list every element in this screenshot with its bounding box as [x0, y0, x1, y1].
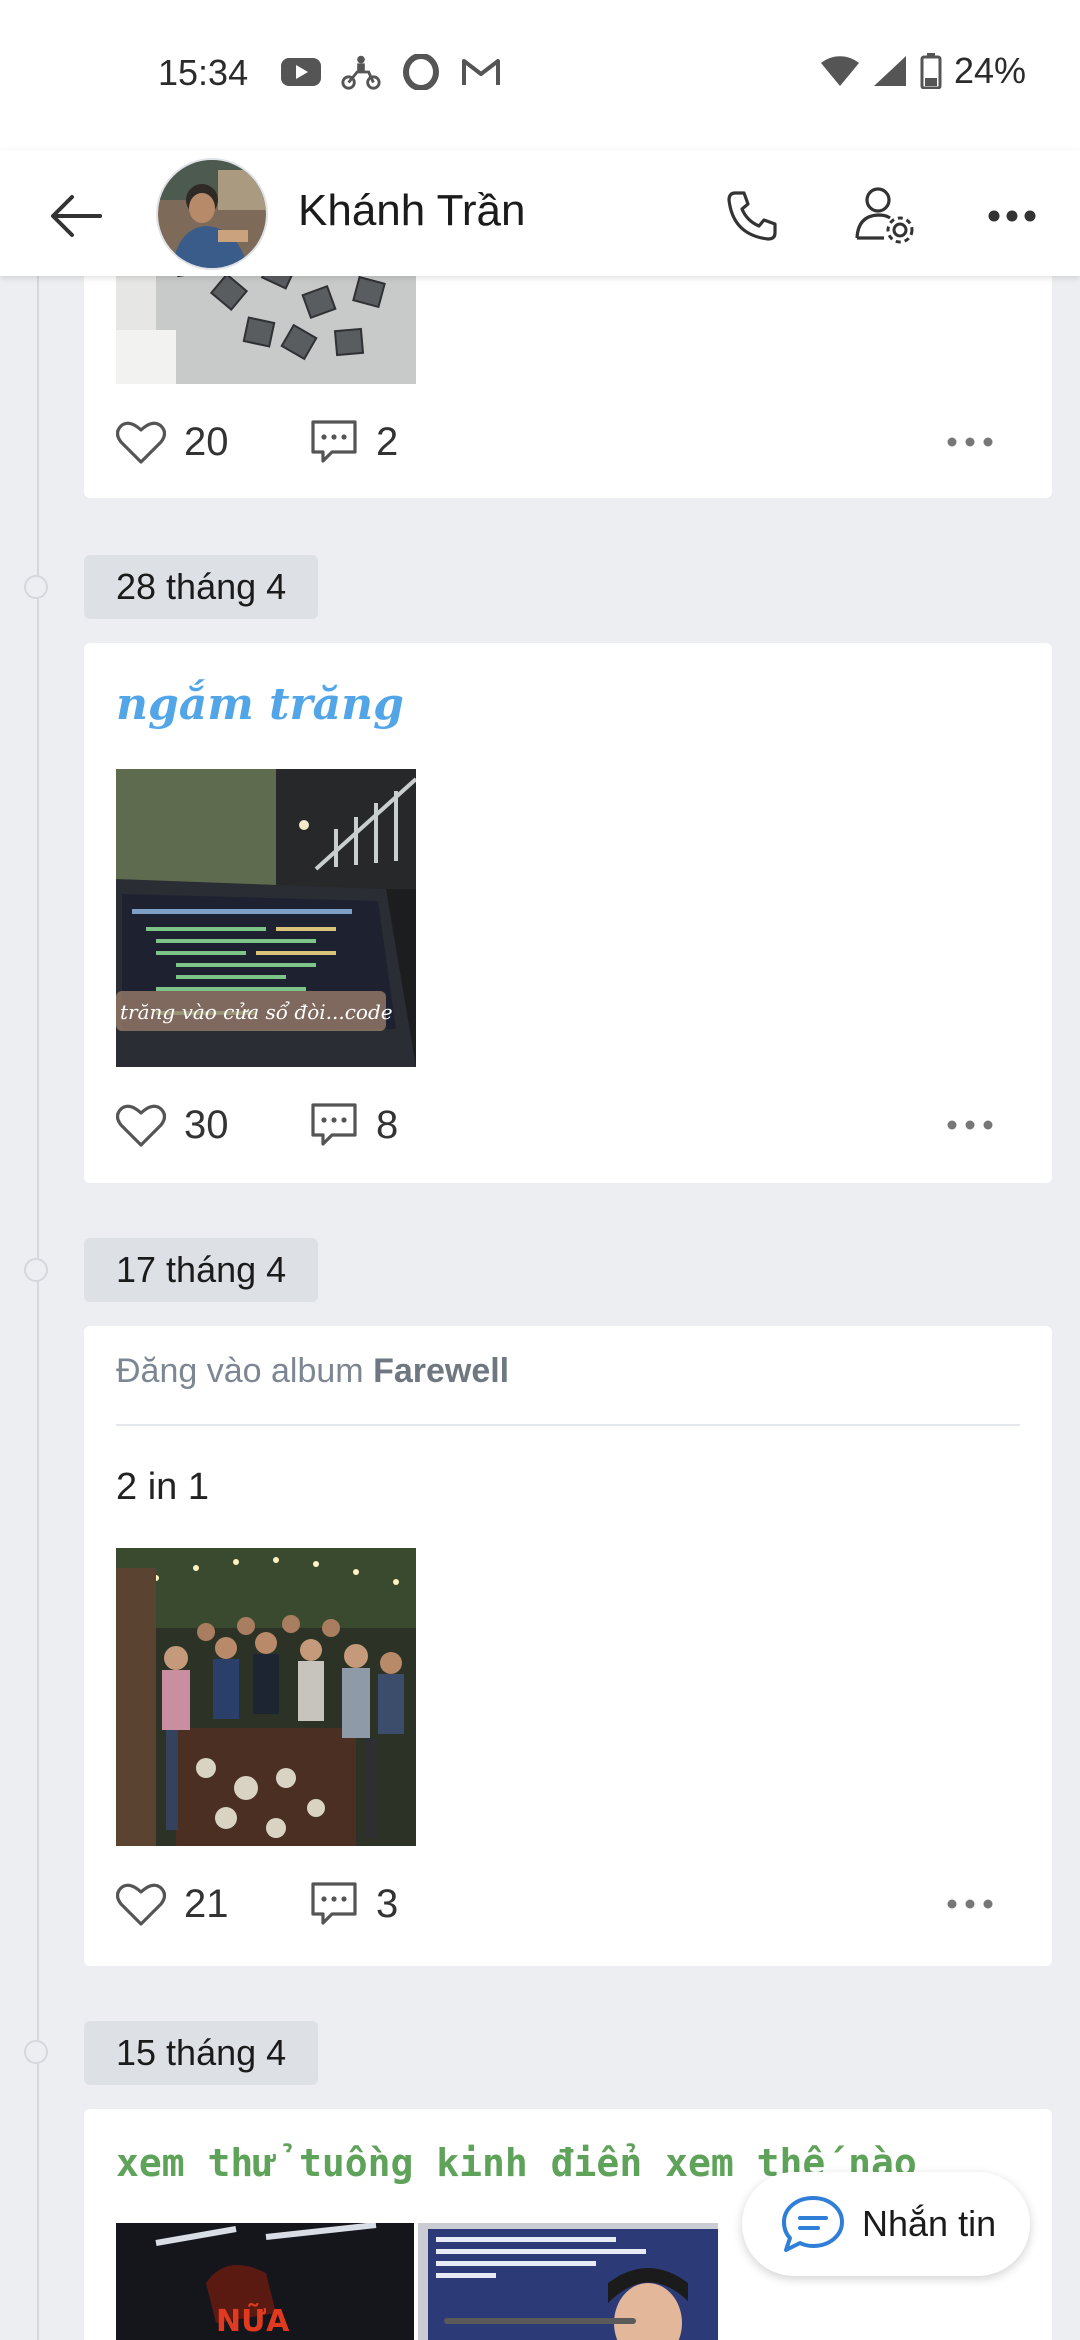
message-button[interactable]: Nhắn tin [742, 2172, 1030, 2276]
battery-percent: 24% [953, 50, 1026, 91]
status-bar: 15:34 24% [0, 0, 1080, 150]
like-count: 20 [184, 419, 229, 464]
arrow-left-icon [51, 195, 102, 237]
comment-icon [311, 420, 357, 463]
comment-button[interactable]: 3 [310, 1881, 398, 1927]
timeline-dot [24, 2040, 48, 2064]
more-horizontal-icon [947, 1120, 993, 1130]
post-more-button[interactable] [940, 412, 1000, 472]
back-button[interactable] [46, 186, 106, 246]
opera-icon [400, 52, 442, 92]
album-prefix: Đăng vào album [116, 1352, 364, 1390]
chat-header: Khánh Trần [0, 150, 1080, 276]
comment-icon [311, 1882, 357, 1925]
post-photo[interactable] [116, 1548, 416, 1846]
comment-count: 3 [376, 1881, 399, 1926]
comment-count: 2 [376, 419, 399, 464]
like-button[interactable]: 30 [116, 1102, 266, 1148]
more-horizontal-icon [947, 437, 993, 447]
date-label: 17 tháng 4 [84, 1238, 319, 1302]
post-actions: 30 8 [116, 1095, 1020, 1155]
comment-count: 8 [376, 1102, 399, 1147]
battery-icon [920, 53, 942, 89]
date-label: 28 tháng 4 [84, 555, 319, 619]
post-more-button[interactable] [940, 1095, 1000, 1155]
comment-icon [311, 1103, 357, 1146]
date-label: 15 tháng 4 [84, 2021, 319, 2085]
post-actions: 21 3 [116, 1874, 1020, 1934]
timeline-dot [24, 1258, 48, 1282]
like-count: 30 [184, 1102, 229, 1147]
svg-text:NỮA: NỮA [216, 2302, 290, 2339]
notification-icons [280, 52, 502, 92]
wifi-icon [820, 56, 859, 86]
post-card: Đăng vào album Farewell 2 in 1 21 3 [84, 1326, 1052, 1966]
phone-icon [727, 191, 777, 241]
profile-settings-button[interactable] [850, 180, 920, 250]
system-icons: 24% [820, 50, 1026, 92]
album-name[interactable]: Farewell [373, 1352, 509, 1390]
avatar[interactable] [156, 158, 268, 270]
signal-icon [873, 56, 906, 86]
status-time: 15:34 [158, 52, 249, 93]
photo-caption: trăng vào cửa sổ đòi...code [120, 1000, 393, 1024]
heart-icon [116, 1883, 166, 1926]
post-text: 2 in 1 [116, 1466, 209, 1508]
delivery-bike-icon [340, 52, 382, 92]
like-button[interactable]: 20 [116, 419, 266, 465]
home-indicator[interactable] [444, 2318, 636, 2324]
post-more-button[interactable] [940, 1874, 1000, 1934]
post-photo[interactable]: NỮA [116, 2223, 414, 2340]
comment-button[interactable]: 2 [310, 419, 398, 465]
more-horizontal-icon [947, 1899, 993, 1909]
like-button[interactable]: 21 [116, 1881, 266, 1927]
chat-bubble-icon [782, 2196, 844, 2252]
post-title: ngắm trăng [116, 679, 404, 730]
call-button[interactable] [720, 184, 784, 248]
user-settings-icon [855, 187, 914, 244]
gmail-icon [460, 52, 502, 92]
message-button-label: Nhắn tin [862, 2203, 997, 2244]
timeline-dot [24, 575, 48, 599]
album-info[interactable]: Đăng vào album Farewell [116, 1352, 509, 1391]
comment-button[interactable]: 8 [310, 1102, 398, 1148]
youtube-icon [280, 52, 322, 92]
contact-name: Khánh Trần [298, 186, 526, 235]
like-count: 21 [184, 1881, 229, 1926]
heart-icon [116, 421, 166, 464]
heart-icon [116, 1104, 166, 1147]
more-horizontal-icon [988, 210, 1036, 222]
post-actions: 20 2 [116, 412, 1020, 472]
post-photo[interactable]: trăng vào cửa sổ đòi...code [116, 769, 416, 1067]
divider [116, 1424, 1020, 1426]
post-card: ngắm trăng trăng vào cửa sổ đòi...code 3… [84, 643, 1052, 1183]
more-options-button[interactable] [980, 184, 1044, 248]
